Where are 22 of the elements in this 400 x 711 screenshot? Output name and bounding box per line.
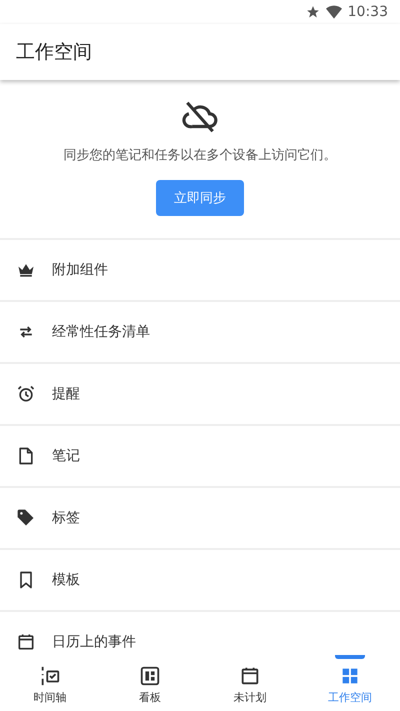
board-icon — [139, 665, 161, 687]
nav-tab[interactable]: 工作空间 — [300, 655, 400, 711]
app-title: 工作空间 — [16, 40, 92, 65]
nav-tab[interactable]: 看板 — [100, 655, 200, 711]
menu-item[interactable]: 提醒 — [52, 385, 80, 403]
nav-tab[interactable]: 时间轴 — [0, 655, 100, 711]
calendar-icon — [239, 665, 261, 687]
menu-item[interactable]: 模板 — [52, 571, 80, 589]
calendar-icon — [16, 632, 36, 652]
tag-icon — [16, 508, 36, 528]
sync-message: 同步您的笔记和任务以在多个设备上访问它们。 — [64, 147, 336, 164]
timeline-icon — [39, 665, 61, 687]
menu-item[interactable]: 经常性任务清单 — [52, 323, 150, 341]
menu-item[interactable]: 日历上的事件 — [52, 633, 136, 651]
menu-item[interactable]: 笔记 — [52, 447, 80, 465]
star-icon — [306, 5, 320, 19]
alarm-icon — [16, 384, 36, 404]
menu-item[interactable]: 附加组件 — [52, 261, 108, 279]
wifi-icon — [326, 5, 342, 19]
nav-tab[interactable]: 未计划 — [200, 655, 300, 711]
clock-time: 10:33 — [348, 4, 388, 20]
menu-item[interactable]: 标签 — [52, 509, 80, 527]
